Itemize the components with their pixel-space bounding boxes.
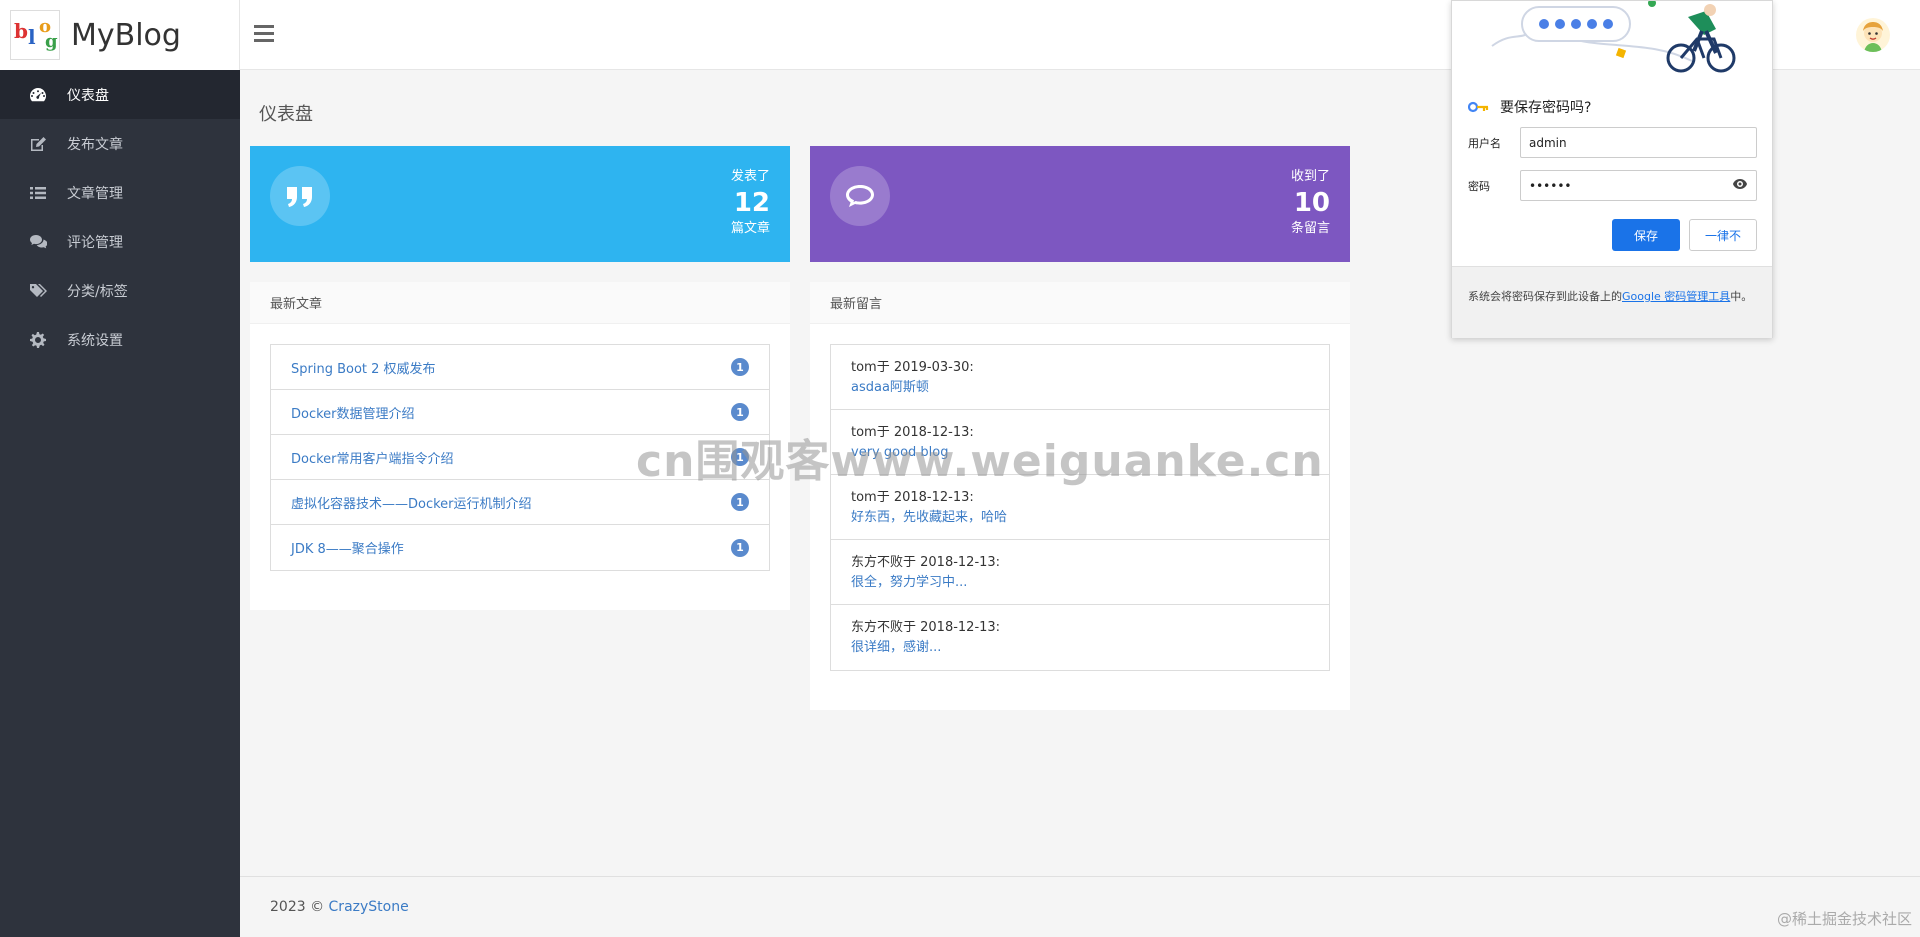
list-icon — [28, 185, 48, 201]
comment-author: tom于 2019-03-30: — [851, 360, 974, 375]
stat-text: 收到了 10 条留言 — [1291, 168, 1330, 238]
tags-icon — [28, 283, 48, 299]
username-label: 用户名 — [1468, 136, 1501, 150]
dialog-title: 要保存密码吗? — [1500, 100, 1592, 116]
password-value: •••••• — [1529, 178, 1572, 193]
username-field[interactable]: admin — [1520, 127, 1757, 158]
dashboard-icon — [28, 87, 48, 103]
copyright-text: 2023 © — [270, 899, 329, 915]
sidebar-nav: 仪表盘 发布文章 文章管理 评论管理 分类/标签 系统设置 — [0, 70, 240, 364]
edit-icon — [28, 136, 48, 152]
corner-watermark: @稀土掘金技术社区 — [1776, 910, 1912, 928]
sidebar-item-tags[interactable]: 分类/标签 — [0, 266, 240, 315]
brand-name: MyBlog — [71, 17, 181, 53]
sidebar-item-settings[interactable]: 系统设置 — [0, 315, 240, 364]
latest-articles-panel: 最新文章 Spring Boot 2 权威发布 1 Docker数据管理介绍 1 D… — [250, 282, 790, 610]
sidebar-item-label: 评论管理 — [67, 234, 123, 251]
avatar[interactable] — [1856, 18, 1890, 52]
password-row: 密码 •••••• — [1468, 170, 1757, 201]
dialog-footer: 系统会将密码保存到此设备上的Google 密码管理工具中。 — [1452, 266, 1772, 338]
comments-icon — [28, 234, 48, 250]
gear-icon — [28, 331, 48, 348]
blog-logo: blog — [10, 10, 60, 60]
stat-value: 10 — [1293, 188, 1330, 218]
stat-card-comments: 收到了 10 条留言 — [810, 146, 1350, 262]
sidebar-item-articles[interactable]: 文章管理 — [0, 168, 240, 217]
sidebar-item-comments[interactable]: 评论管理 — [0, 217, 240, 266]
list-item: tom于 2019-03-30: asdaa阿斯顿 — [831, 345, 1329, 410]
sidebar-item-label: 系统设置 — [67, 332, 123, 349]
count-badge: 1 — [731, 538, 749, 557]
sidebar-item-dashboard[interactable]: 仪表盘 — [0, 70, 240, 119]
page-title: 仪表盘 — [259, 104, 313, 125]
comment-author: 东方不败于 2018-12-13: — [851, 620, 1001, 635]
count-badge: 1 — [731, 493, 749, 511]
comment-list: tom于 2019-03-30: asdaa阿斯顿 tom于 2018-12-1… — [830, 344, 1330, 671]
save-button[interactable]: 保存 — [1612, 219, 1680, 251]
panel-title: 最新留言 — [810, 282, 1350, 324]
article-title: Docker数据管理介绍 — [291, 406, 415, 422]
article-title: 虚拟化容器技术——Docker运行机制介绍 — [291, 496, 532, 512]
stat-unit: 条留言 — [1290, 221, 1330, 236]
comment-link[interactable]: very good blog — [851, 443, 1309, 463]
latest-comments-panel: 最新留言 tom于 2019-03-30: asdaa阿斯顿 tom于 2018… — [810, 282, 1350, 710]
list-item[interactable]: Spring Boot 2 权威发布 1 — [271, 345, 769, 390]
sidebar: blog MyBlog 仪表盘 发布文章 文章管理 评论管理 分类/标签 系统设… — [0, 0, 240, 937]
password-label: 密码 — [1468, 179, 1490, 193]
username-value: admin — [1529, 135, 1567, 150]
comment-author: tom于 2018-12-13: — [851, 425, 974, 440]
sidebar-item-publish[interactable]: 发布文章 — [0, 119, 240, 168]
comment-link[interactable]: 很全，努力学习中... — [851, 573, 1309, 593]
save-password-dialog: 要保存密码吗? 用户名 admin 密码 •••••• 保存 一律不 系统会将密… — [1451, 0, 1773, 338]
list-item: 东方不败于 2018-12-13: 很全，努力学习中... — [831, 540, 1329, 605]
stat-label: 收到了 — [1290, 169, 1330, 184]
key-icon — [1467, 98, 1490, 117]
comment-link[interactable]: 好东西，先收藏起来，哈哈 — [851, 508, 1309, 528]
password-field[interactable]: •••••• — [1520, 170, 1757, 201]
sidebar-item-label: 分类/标签 — [67, 283, 128, 300]
sidebar-item-label: 发布文章 — [67, 136, 123, 153]
count-badge: 1 — [731, 448, 749, 466]
list-item[interactable]: 虚拟化容器技术——Docker运行机制介绍 1 — [271, 480, 769, 525]
count-badge: 1 — [731, 403, 749, 421]
footer: 2023 © CrazyStone — [240, 876, 1920, 937]
chat-icon — [830, 166, 890, 226]
never-button[interactable]: 一律不 — [1689, 219, 1757, 251]
comment-link[interactable]: 很详细，感谢... — [851, 638, 1309, 658]
comment-author: 东方不败于 2018-12-13: — [851, 555, 1001, 570]
stat-unit: 篇文章 — [730, 221, 770, 236]
article-title: Spring Boot 2 权威发布 — [291, 361, 436, 377]
list-item: tom于 2018-12-13: 好东西，先收藏起来，哈哈 — [831, 475, 1329, 540]
sidebar-item-label: 文章管理 — [67, 185, 123, 202]
stat-text: 发表了 12 篇文章 — [731, 168, 770, 238]
comment-link[interactable]: asdaa阿斯顿 — [851, 378, 1309, 398]
article-list: Spring Boot 2 权威发布 1 Docker数据管理介绍 1 Docker… — [270, 344, 770, 571]
stat-card-articles: 发表了 12 篇文章 — [250, 146, 790, 262]
list-item: tom于 2018-12-13: very good blog — [831, 410, 1329, 475]
article-title: JDK 8——聚合操作 — [291, 542, 404, 557]
menu-toggle-icon[interactable] — [254, 25, 274, 43]
footer-text: 系统会将密码保存到此设备上的 — [1468, 290, 1622, 303]
stat-value: 12 — [733, 188, 770, 218]
count-badge: 1 — [731, 358, 749, 376]
list-item[interactable]: JDK 8——聚合操作 1 — [271, 525, 769, 570]
list-item[interactable]: Docker数据管理介绍 1 — [271, 390, 769, 435]
cyclist-illustration — [1452, 0, 1772, 81]
footer-link[interactable]: CrazyStone — [329, 899, 409, 915]
eye-icon[interactable] — [1732, 178, 1748, 193]
comment-author: tom于 2018-12-13: — [851, 490, 974, 505]
list-item: 东方不败于 2018-12-13: 很详细，感谢... — [831, 605, 1329, 670]
sidebar-item-label: 仪表盘 — [67, 87, 109, 104]
dialog-header: 要保存密码吗? — [1467, 97, 1592, 117]
username-row: 用户名 admin — [1468, 127, 1757, 158]
password-manager-link[interactable]: Google 密码管理工具 — [1622, 290, 1730, 303]
panel-title: 最新文章 — [250, 282, 790, 324]
quote-icon — [270, 166, 330, 226]
article-title: Docker常用客户端指令介绍 — [291, 451, 454, 467]
stat-label: 发表了 — [730, 169, 770, 184]
brand[interactable]: blog MyBlog — [0, 0, 240, 70]
footer-suffix: 中。 — [1730, 290, 1753, 303]
list-item[interactable]: Docker常用客户端指令介绍 1 — [271, 435, 769, 480]
